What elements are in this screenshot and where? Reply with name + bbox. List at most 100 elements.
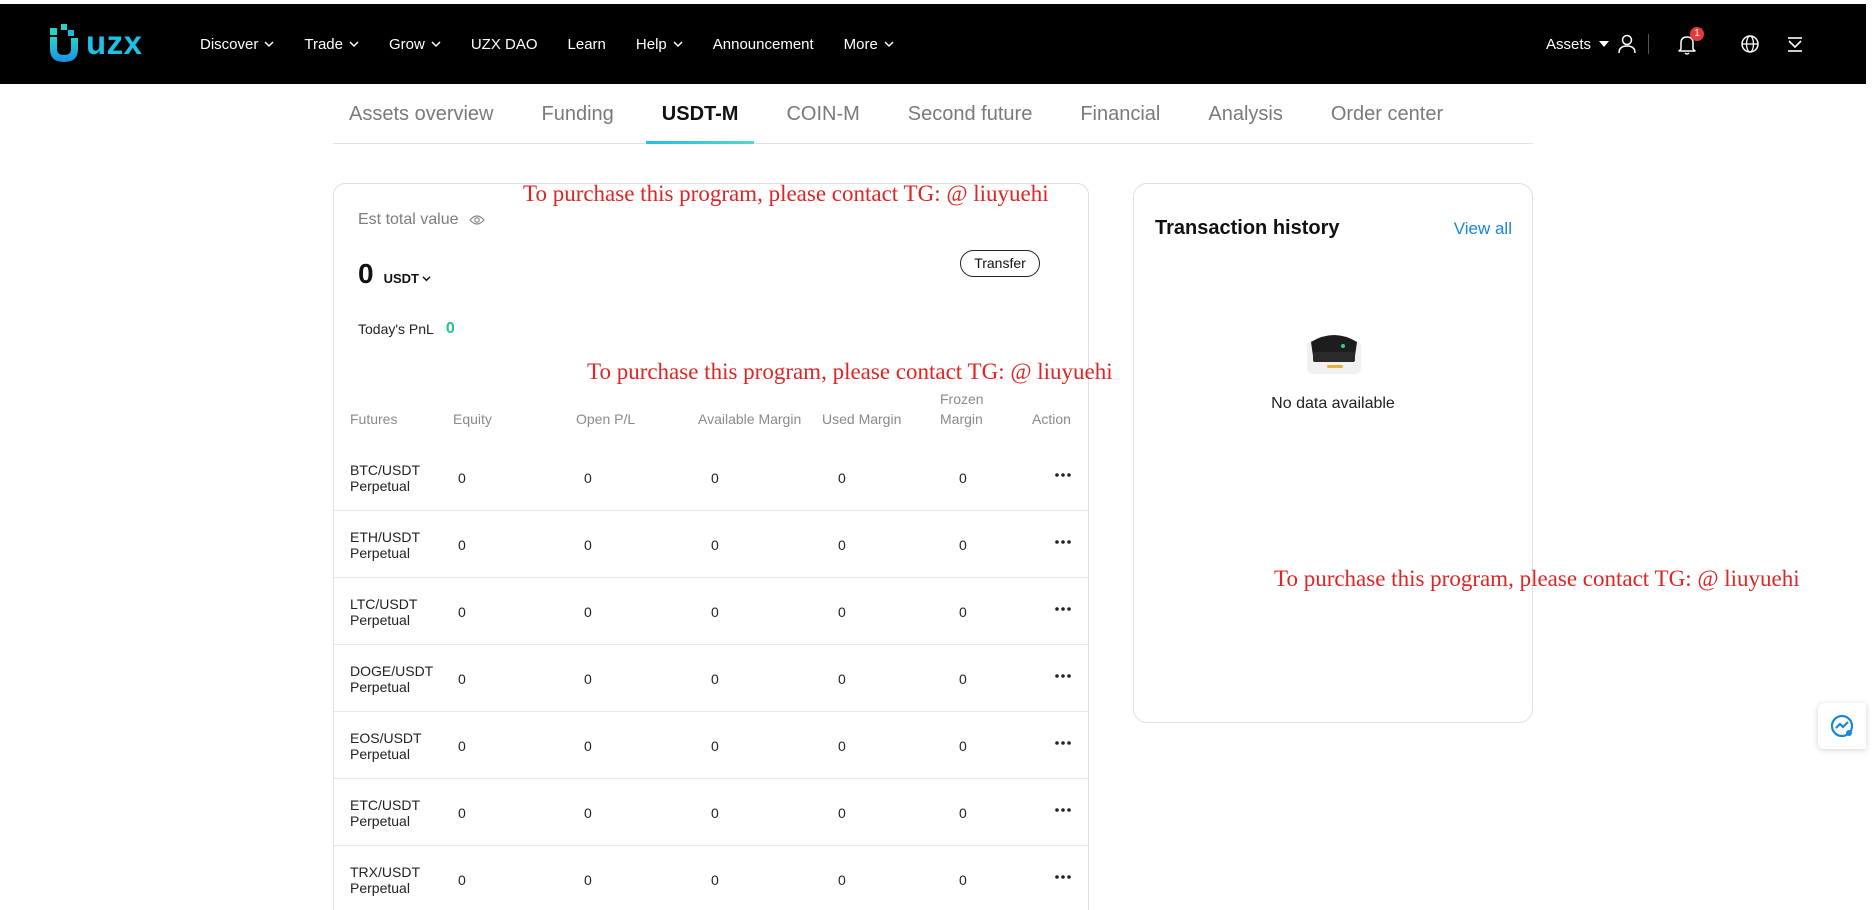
nav-grow[interactable]: Grow	[389, 36, 441, 53]
used-margin-cell: 0	[838, 804, 846, 821]
user-icon[interactable]	[1616, 33, 1638, 55]
more-actions-icon[interactable]	[1054, 673, 1072, 679]
used-margin-cell: 0	[838, 871, 846, 888]
pair-cell: ETH/USDT Perpetual	[350, 511, 420, 578]
pair-symbol: ETC/USDT	[350, 796, 420, 813]
table-row: ETC/USDT Perpetual 0 0 0 0 0	[334, 779, 1088, 846]
globe-icon[interactable]	[1739, 33, 1761, 55]
tab-funding[interactable]: Funding	[526, 84, 630, 143]
no-data-text: No data available	[1271, 395, 1395, 412]
pair-type: Perpetual	[350, 477, 410, 494]
transfer-button[interactable]: Transfer	[960, 250, 1040, 277]
pair-symbol: EOS/USDT	[350, 729, 422, 746]
table-row: BTC/USDT Perpetual 0 0 0 0 0	[334, 444, 1088, 511]
more-actions-icon[interactable]	[1054, 472, 1072, 478]
total-balance-value: 0	[358, 258, 374, 289]
col-equity: Equity	[453, 411, 492, 427]
nav-trade-label: Trade	[304, 35, 343, 53]
total-balance: 0 USDT	[358, 258, 431, 290]
nav-uzx-dao-label: UZX DAO	[470, 35, 538, 53]
nav-more[interactable]: More	[844, 36, 894, 53]
table-row: DOGE/USDT Perpetual 0 0 0 0 0	[334, 645, 1088, 712]
equity-cell: 0	[458, 737, 466, 754]
eye-icon[interactable]	[468, 214, 485, 226]
chevron-down-icon	[673, 41, 683, 48]
pair-cell: TRX/USDT Perpetual	[350, 846, 420, 910]
nav-learn[interactable]: Learn	[568, 36, 606, 53]
pair-type: Perpetual	[350, 745, 410, 762]
assets-dropdown[interactable]: Assets	[1546, 4, 1610, 84]
col-frozen-margin-line1: Frozen	[940, 391, 984, 407]
available-margin-cell: 0	[711, 536, 719, 553]
tab-assets-overview[interactable]: Assets overview	[333, 84, 510, 143]
used-margin-cell: 0	[838, 603, 846, 620]
pair-symbol: BTC/USDT	[350, 461, 420, 478]
equity-cell: 0	[458, 670, 466, 687]
available-margin-cell: 0	[711, 804, 719, 821]
nav-trade[interactable]: Trade	[304, 36, 359, 53]
main-nav: Discover Trade Grow UZX DAO Learn Help A…	[200, 4, 924, 84]
frozen-margin-cell: 0	[959, 469, 967, 486]
futures-table-header: Futures Equity Open P/L Available Margin…	[334, 391, 1088, 444]
futures-account-card: Est total value 0 USDT Transfer Today's …	[333, 183, 1089, 910]
nav-discover[interactable]: Discover	[200, 36, 274, 53]
transaction-history-card: Transaction history View all No data ava…	[1133, 183, 1533, 723]
brand-logo[interactable]: uzx	[48, 21, 143, 65]
available-margin-cell: 0	[711, 469, 719, 486]
tab-coin-m[interactable]: COIN-M	[770, 84, 875, 143]
customer-support-button[interactable]	[1818, 703, 1866, 749]
pair-symbol: LTC/USDT	[350, 595, 418, 612]
nav-help[interactable]: Help	[636, 36, 683, 53]
notification-button[interactable]: 1	[1676, 27, 1704, 55]
tab-analysis[interactable]: Analysis	[1192, 84, 1298, 143]
nav-learn-label: Learn	[567, 35, 606, 53]
nav-uzx-dao[interactable]: UZX DAO	[471, 36, 538, 53]
col-action: Action	[1032, 411, 1071, 427]
pair-cell: DOGE/USDT Perpetual	[350, 645, 433, 712]
nav-announcement-label: Announcement	[712, 35, 814, 53]
chevron-down-icon	[422, 276, 431, 282]
nav-announcement[interactable]: Announcement	[713, 36, 814, 53]
chevron-down-icon	[431, 41, 441, 48]
pair-cell: BTC/USDT Perpetual	[350, 444, 420, 511]
frozen-margin-cell: 0	[959, 737, 967, 754]
equity-cell: 0	[458, 536, 466, 553]
chevron-down-icon	[884, 41, 894, 48]
pair-cell: ETC/USDT Perpetual	[350, 779, 420, 846]
tab-second-future[interactable]: Second future	[892, 84, 1049, 143]
col-open-pl: Open P/L	[576, 411, 636, 427]
view-all-link[interactable]: View all	[1454, 219, 1512, 239]
transaction-history-title: Transaction history	[1155, 217, 1340, 239]
top-navbar: uzx Discover Trade Grow UZX DAO Learn He…	[0, 4, 1866, 84]
pair-type: Perpetual	[350, 544, 410, 561]
equity-cell: 0	[458, 804, 466, 821]
est-total-value-text: Est total value	[358, 211, 459, 228]
logo-mark-icon	[50, 24, 78, 62]
tab-usdt-m[interactable]: USDT-M	[645, 84, 755, 144]
pair-symbol: DOGE/USDT	[350, 662, 434, 679]
used-margin-cell: 0	[838, 536, 846, 553]
more-actions-icon[interactable]	[1054, 874, 1072, 880]
table-row: EOS/USDT Perpetual 0 0 0 0 0	[334, 712, 1088, 779]
available-margin-cell: 0	[711, 670, 719, 687]
pair-type: Perpetual	[350, 812, 410, 829]
frozen-margin-cell: 0	[959, 536, 967, 553]
available-margin-cell: 0	[711, 737, 719, 754]
more-actions-icon[interactable]	[1054, 539, 1072, 545]
todays-pnl: Today's PnL 0	[358, 320, 455, 338]
asset-tabs: Assets overview Funding USDT-M COIN-M Se…	[333, 84, 1533, 144]
more-actions-icon[interactable]	[1054, 807, 1072, 813]
notification-badge: 1	[1690, 27, 1704, 41]
futures-table-body: BTC/USDT Perpetual 0 0 0 0 0 ETH/USDT Pe…	[334, 444, 1088, 910]
currency-selector[interactable]: USDT	[384, 271, 431, 286]
pair-cell: EOS/USDT Perpetual	[350, 712, 422, 779]
logo-wordmark: uzx	[86, 24, 143, 61]
download-icon[interactable]	[1784, 33, 1806, 55]
equity-cell: 0	[458, 603, 466, 620]
tab-financial[interactable]: Financial	[1064, 84, 1176, 143]
tab-order-center[interactable]: Order center	[1315, 84, 1459, 143]
todays-pnl-label: Today's PnL	[358, 321, 434, 337]
more-actions-icon[interactable]	[1054, 740, 1072, 746]
more-actions-icon[interactable]	[1054, 606, 1072, 612]
pair-type: Perpetual	[350, 678, 410, 695]
